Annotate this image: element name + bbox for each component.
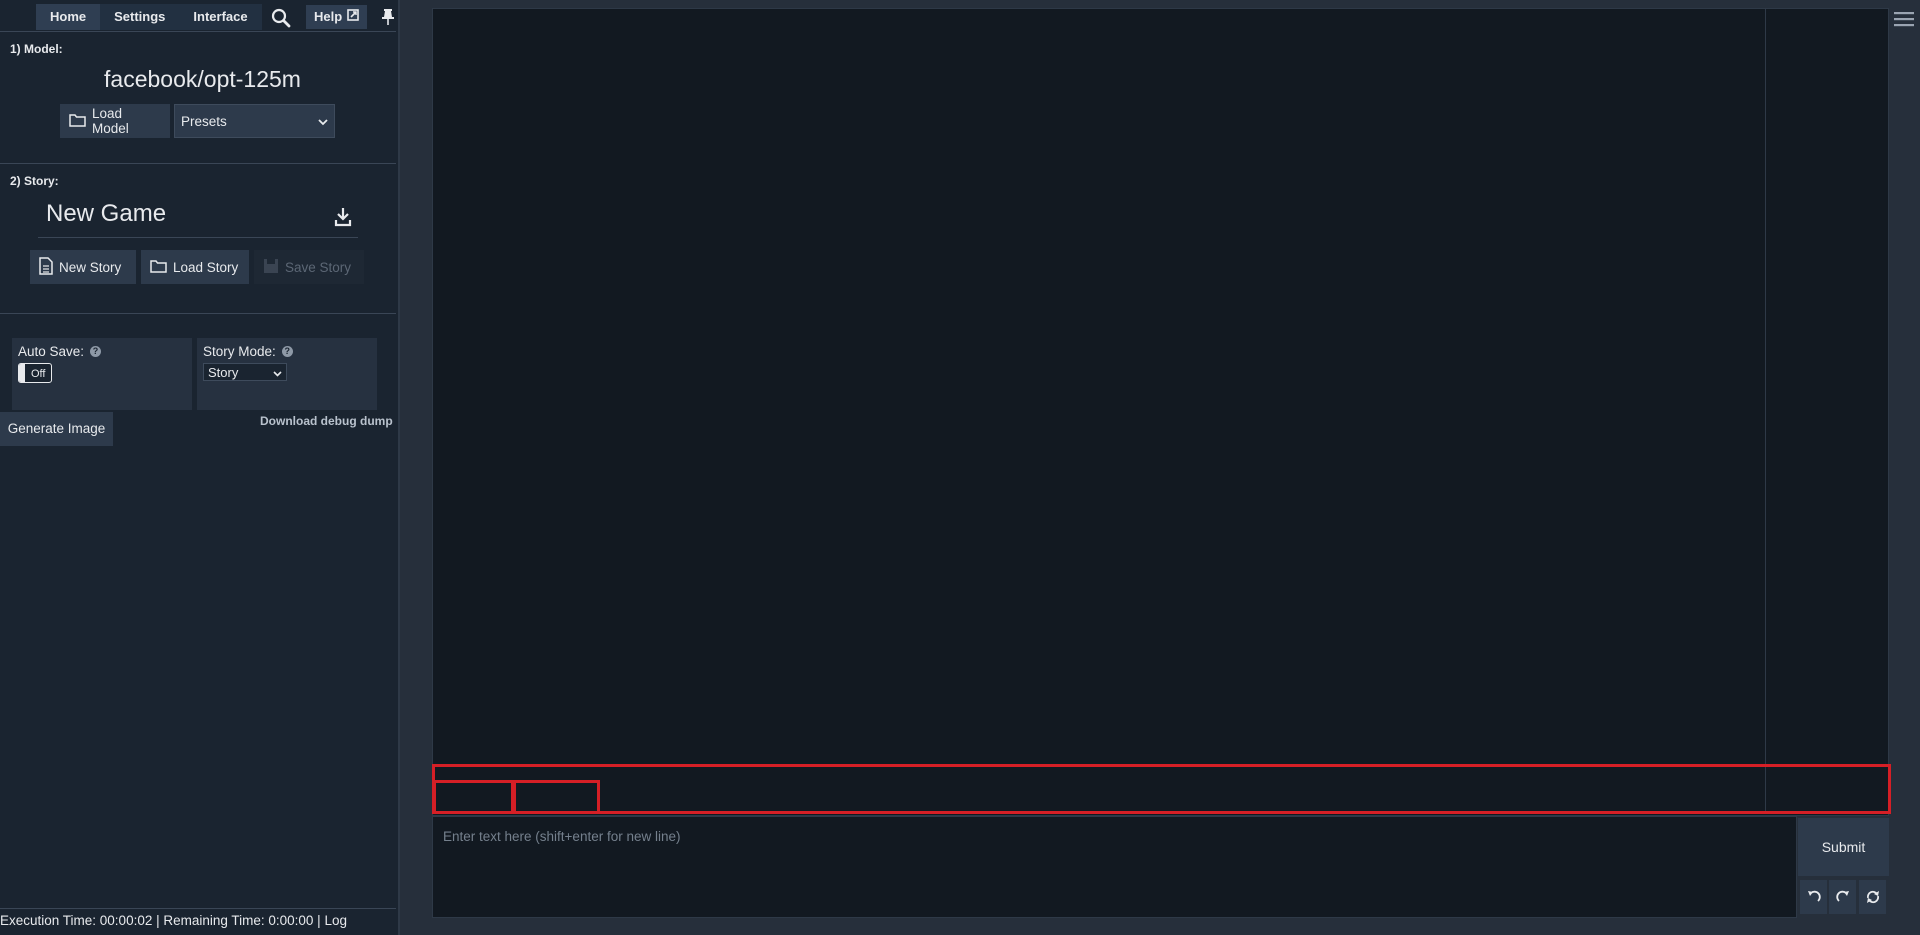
save-story-label: Save Story [285, 259, 352, 275]
new-story-label: New Story [59, 259, 122, 275]
help-button[interactable]: Help [306, 5, 368, 29]
tab-bar: Home Settings Interface [36, 4, 262, 30]
document-icon [39, 256, 53, 278]
undo-icon[interactable] [1800, 880, 1827, 914]
chevron-down-icon [273, 365, 282, 380]
model-section-label: 1) Model: [10, 42, 63, 56]
nav-divider [0, 31, 396, 32]
search-icon[interactable] [268, 5, 294, 31]
action-tab-1[interactable] [433, 780, 514, 814]
submit-button[interactable]: Submit [1798, 818, 1889, 876]
new-story-button[interactable]: New Story [30, 250, 136, 284]
toggle-knob [19, 364, 25, 382]
download-icon[interactable] [333, 206, 353, 228]
folder-icon [69, 113, 86, 130]
input-placeholder: Enter text here (shift+enter for new lin… [443, 829, 681, 844]
autosave-label-row: Auto Save: ? [18, 344, 186, 359]
autosave-toggle[interactable]: Off [18, 363, 52, 383]
storymode-label-row: Story Mode: ? [203, 344, 371, 359]
presets-select[interactable]: Presets [174, 104, 335, 138]
story-divider [0, 313, 396, 314]
model-name: facebook/opt-125m [104, 66, 301, 92]
story-text-area[interactable] [432, 8, 1889, 816]
story-title-underline [38, 237, 358, 238]
action-tab-2[interactable] [513, 780, 600, 814]
load-model-label: Load Model [92, 106, 129, 136]
generate-image-button[interactable]: Generate Image [0, 412, 113, 446]
left-sidebar: Home Settings Interface Help 1) Model: f… [0, 0, 400, 935]
storymode-card: Story Mode: ? Story [197, 338, 377, 410]
tab-settings[interactable]: Settings [100, 4, 180, 30]
story-title[interactable]: New Game [46, 200, 166, 228]
story-column-divider [1765, 8, 1766, 812]
download-debug-dump-link[interactable]: Download debug dump [260, 414, 393, 428]
help-icon[interactable]: ? [90, 346, 102, 357]
storymode-label: Story Mode: [203, 344, 276, 359]
load-story-button[interactable]: Load Story [141, 250, 249, 284]
autosave-state: Off [31, 368, 46, 380]
save-story-button[interactable]: Save Story [254, 250, 364, 284]
help-label: Help [314, 9, 343, 24]
model-divider [0, 163, 396, 164]
redo-icon[interactable] [1829, 880, 1856, 914]
save-icon [263, 258, 279, 277]
storymode-value: Story [208, 364, 239, 380]
retry-icon[interactable] [1859, 880, 1886, 914]
story-section-label: 2) Story: [10, 174, 59, 188]
chevron-down-icon [318, 114, 328, 129]
pin-icon[interactable] [380, 6, 396, 28]
tab-interface[interactable]: Interface [179, 4, 262, 30]
presets-value: Presets [181, 113, 227, 129]
storymode-select[interactable]: Story [203, 363, 287, 381]
autosave-card: Auto Save: ? Off [12, 338, 192, 410]
status-line: Execution Time: 00:00:02 | Remaining Tim… [0, 908, 396, 933]
help-icon[interactable]: ? [281, 346, 293, 357]
folder-icon [150, 259, 167, 276]
tab-home[interactable]: Home [36, 4, 101, 30]
action-bar-highlight [432, 764, 1891, 814]
menu-icon[interactable] [1894, 10, 1914, 28]
external-link-icon [347, 5, 359, 29]
autosave-label: Auto Save: [18, 344, 85, 359]
text-input[interactable]: Enter text here (shift+enter for new lin… [432, 816, 1797, 918]
load-story-label: Load Story [173, 259, 239, 275]
load-model-button[interactable]: Load Model [60, 104, 170, 138]
